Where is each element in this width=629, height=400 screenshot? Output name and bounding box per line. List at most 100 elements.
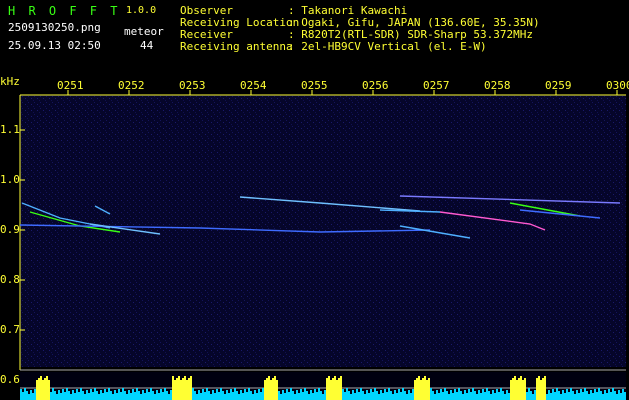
power-bar	[22, 392, 24, 400]
x-tick-label: 0253	[179, 79, 206, 92]
power-bar	[476, 394, 478, 400]
power-bar	[424, 376, 426, 400]
power-bar	[522, 380, 524, 400]
power-bar	[482, 389, 484, 400]
power-bar	[342, 389, 344, 400]
y-tick-label: 0.6	[0, 373, 20, 386]
power-bar	[422, 378, 424, 400]
power-bar	[390, 391, 392, 400]
power-bar	[408, 390, 410, 400]
power-bar	[484, 392, 486, 400]
power-bar	[216, 389, 218, 400]
power-bar	[448, 394, 450, 400]
power-bar	[468, 389, 470, 400]
y-tick-label: 1.1	[0, 123, 20, 136]
power-bar	[392, 394, 394, 400]
spectrogram-canvas	[19, 90, 626, 400]
power-bar	[562, 390, 564, 400]
power-bar	[310, 390, 312, 400]
y-tick-label: 0.7	[0, 323, 20, 336]
power-bar	[360, 388, 362, 400]
power-bar	[60, 393, 62, 400]
power-bar	[154, 394, 156, 400]
power-bar	[406, 394, 408, 400]
power-bar	[242, 393, 244, 400]
power-bar	[516, 380, 518, 400]
power-bar	[294, 394, 296, 400]
power-bar	[306, 391, 308, 400]
power-bar	[198, 390, 200, 400]
power-bar	[590, 390, 592, 400]
power-bar	[300, 389, 302, 400]
power-bar	[362, 391, 364, 400]
file-name: 2509130250.png	[8, 21, 101, 34]
power-bar	[92, 392, 94, 400]
power-bar	[102, 393, 104, 400]
power-bar	[158, 393, 160, 400]
power-bar	[104, 389, 106, 400]
power-bar	[186, 380, 188, 400]
power-bar	[206, 388, 208, 400]
power-bar	[368, 393, 370, 400]
power-bar	[304, 388, 306, 400]
power-bar	[474, 391, 476, 400]
power-bar	[538, 376, 540, 400]
power-bar	[244, 389, 246, 400]
power-bar	[596, 392, 598, 400]
power-bar	[224, 394, 226, 400]
power-bar	[352, 390, 354, 400]
power-bar	[110, 391, 112, 400]
power-bar	[458, 388, 460, 400]
power-bar	[260, 392, 262, 400]
power-bar	[446, 391, 448, 400]
power-bar	[558, 391, 560, 400]
power-bar	[380, 390, 382, 400]
power-bar	[298, 393, 300, 400]
power-bar	[378, 394, 380, 400]
power-bar	[176, 378, 178, 400]
power-bar	[296, 390, 298, 400]
power-bar	[126, 394, 128, 400]
power-bar	[168, 394, 170, 400]
power-bar	[532, 394, 534, 400]
power-bar	[426, 380, 428, 400]
power-bar	[190, 376, 192, 400]
power-bar	[328, 376, 330, 400]
power-bar	[512, 378, 514, 400]
power-bar	[534, 390, 536, 400]
power-bar	[544, 376, 546, 400]
power-bar	[120, 392, 122, 400]
power-bar	[94, 388, 96, 400]
power-bar	[616, 394, 618, 400]
power-bar	[218, 392, 220, 400]
power-bar	[240, 390, 242, 400]
power-bar	[256, 393, 258, 400]
power-bar	[174, 380, 176, 400]
power-bar	[24, 388, 26, 400]
power-bar	[490, 394, 492, 400]
power-bar	[272, 378, 274, 400]
power-bar	[354, 393, 356, 400]
power-bar	[180, 380, 182, 400]
power-bar	[318, 388, 320, 400]
power-bar	[432, 391, 434, 400]
power-bar	[478, 390, 480, 400]
power-bar	[450, 390, 452, 400]
meteor-count: 44	[140, 39, 154, 52]
power-bar	[470, 392, 472, 400]
power-bar	[578, 393, 580, 400]
power-bar	[200, 393, 202, 400]
power-bar	[418, 376, 420, 400]
power-bar	[28, 394, 30, 400]
power-bar	[486, 388, 488, 400]
power-bar	[270, 380, 272, 400]
power-bar	[346, 388, 348, 400]
power-bar	[46, 376, 48, 400]
power-bar	[208, 391, 210, 400]
power-bar	[164, 388, 166, 400]
power-bar	[498, 392, 500, 400]
power-bar	[48, 380, 50, 400]
power-bar	[278, 391, 280, 400]
power-bar	[384, 389, 386, 400]
power-bar	[34, 389, 36, 400]
